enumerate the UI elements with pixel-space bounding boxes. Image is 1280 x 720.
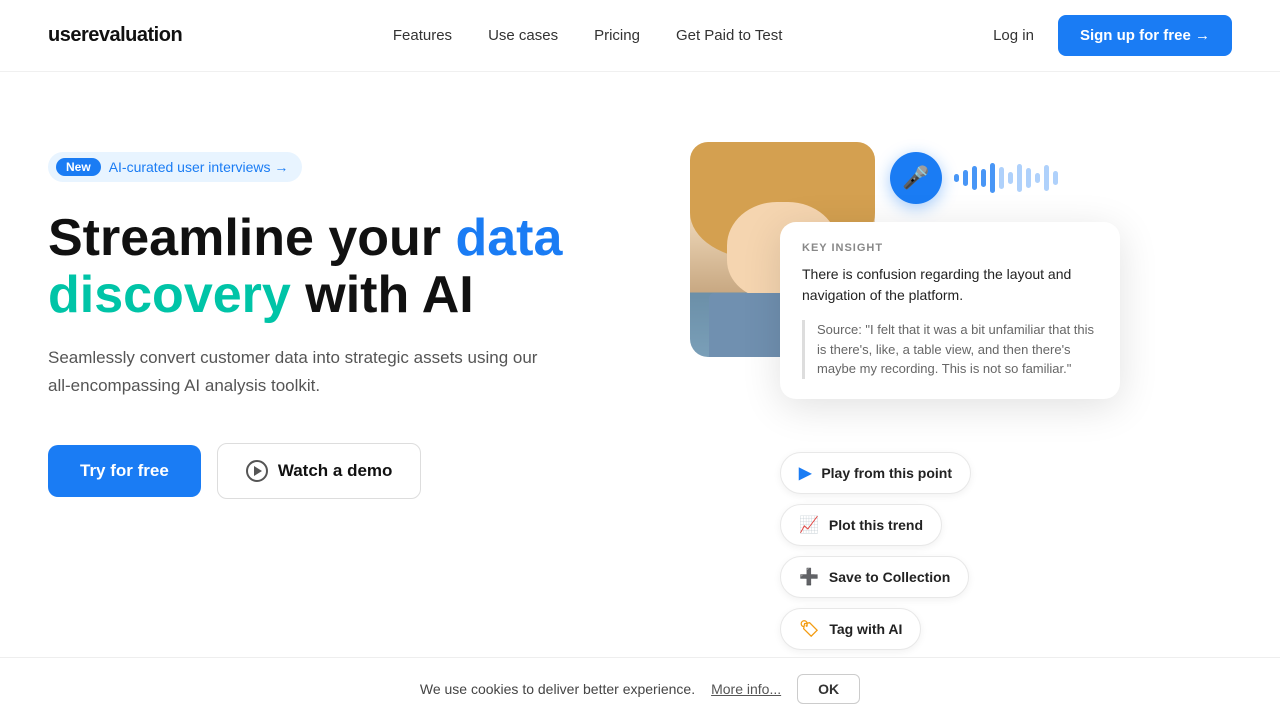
action-button-0[interactable]: ▶ Play from this point [780, 452, 971, 494]
headline-accent2: discovery [48, 266, 291, 324]
action-button-1[interactable]: 📈 Plot this trend [780, 504, 942, 546]
headline-part1: Streamline your [48, 209, 455, 267]
cookie-more-link[interactable]: More info... [711, 681, 781, 697]
headline-part3: with AI [291, 266, 474, 324]
action-icon-3: 🏷 [799, 619, 819, 639]
navbar: userevaluation Features Use cases Pricin… [0, 0, 1280, 72]
play-triangle [254, 466, 262, 476]
new-badge[interactable]: New AI-curated user interviews → [48, 152, 302, 182]
wave-bar [954, 174, 959, 182]
action-icon-1: 📈 [799, 515, 819, 535]
insight-text: There is confusion regarding the layout … [802, 264, 1098, 306]
action-label-0: Play from this point [821, 465, 952, 481]
headline-accent1: data [455, 209, 562, 267]
badge-text: AI-curated user interviews → [109, 159, 289, 175]
hero-section: New AI-curated user interviews → Streaml… [0, 72, 1280, 642]
watch-demo-button[interactable]: Watch a demo [217, 443, 422, 499]
wave-bar [1008, 172, 1013, 184]
action-buttons: ▶ Play from this point 📈 Plot this trend ➕ Sa… [780, 452, 971, 650]
demo-label: Watch a demo [278, 461, 393, 481]
wave-bar [990, 163, 995, 193]
insight-source: Source: "I felt that it was a bit unfami… [802, 320, 1098, 379]
new-tag: New [56, 158, 101, 176]
waveform [954, 152, 1058, 204]
action-button-2[interactable]: ➕ Save to Collection [780, 556, 969, 598]
action-icon-0: ▶ [799, 463, 811, 483]
nav-right: Log in Sign up for free → [993, 15, 1232, 56]
login-button[interactable]: Log in [993, 27, 1034, 44]
wave-bar [999, 167, 1004, 189]
wave-bar [1017, 164, 1022, 192]
wave-bar [972, 166, 977, 190]
cookie-ok-button[interactable]: OK [797, 674, 860, 704]
action-label-3: Tag with AI [829, 621, 902, 637]
hero-headline: Streamline your data discovery with AI [48, 210, 610, 324]
wave-bar [1035, 173, 1040, 183]
hero-subtext: Seamlessly convert customer data into st… [48, 344, 548, 398]
action-label-2: Save to Collection [829, 569, 950, 585]
hero-right: 🎤 KEY INSIGHT There is confusion regardi… [670, 142, 1232, 642]
nav-features[interactable]: Features [393, 27, 452, 44]
hero-buttons: Try for free Watch a demo [48, 443, 610, 499]
cookie-text: We use cookies to deliver better experie… [420, 681, 695, 697]
nav-use-cases[interactable]: Use cases [488, 27, 558, 44]
wave-bar [981, 169, 986, 187]
action-icon-2: ➕ [799, 567, 819, 587]
hero-left: New AI-curated user interviews → Streaml… [48, 142, 610, 499]
mic-area: 🎤 [890, 152, 1058, 204]
cookie-banner: We use cookies to deliver better experie… [0, 657, 1280, 720]
mic-icon: 🎤 [902, 165, 929, 191]
action-button-3[interactable]: 🏷 Tag with AI [780, 608, 921, 650]
logo: userevaluation [48, 24, 182, 47]
wave-bar [1026, 168, 1031, 188]
play-icon [246, 460, 268, 482]
try-free-button[interactable]: Try for free [48, 445, 201, 497]
signup-button[interactable]: Sign up for free → [1058, 15, 1232, 56]
mic-button[interactable]: 🎤 [890, 152, 942, 204]
wave-bar [963, 170, 968, 186]
nav-get-paid[interactable]: Get Paid to Test [676, 27, 782, 44]
action-label-1: Plot this trend [829, 517, 923, 533]
wave-bar [1053, 171, 1058, 185]
wave-bar [1044, 165, 1049, 191]
insight-card: KEY INSIGHT There is confusion regarding… [780, 222, 1120, 399]
nav-pricing[interactable]: Pricing [594, 27, 640, 44]
insight-label: KEY INSIGHT [802, 242, 1098, 254]
nav-links: Features Use cases Pricing Get Paid to T… [393, 27, 783, 44]
